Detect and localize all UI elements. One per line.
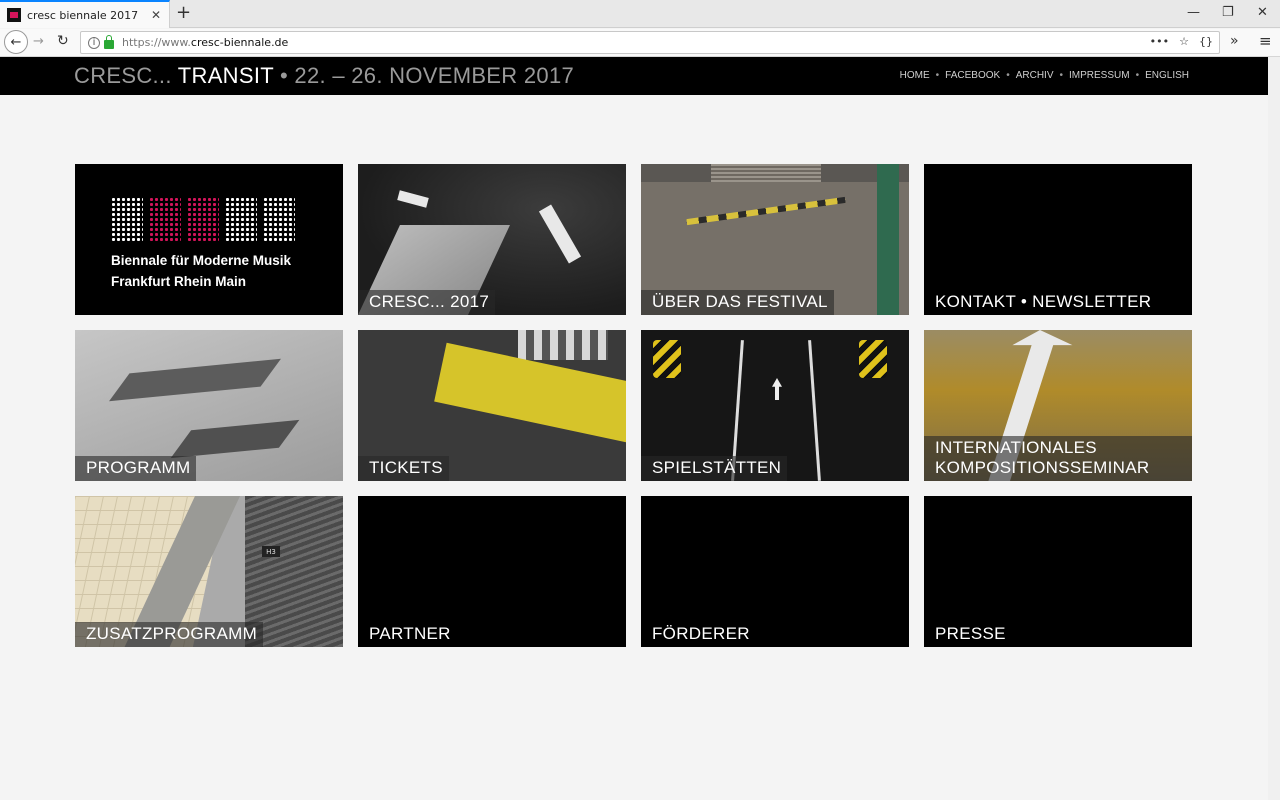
tile-zusatzprogramm[interactable]: H3 ZUSATZPROGRAMM bbox=[75, 496, 343, 647]
logo-letter bbox=[149, 197, 181, 242]
arrow-up-icon bbox=[772, 378, 782, 400]
bollard-shape bbox=[653, 340, 681, 378]
bench-shape bbox=[170, 419, 300, 459]
url-domain: cresc-biennale.de bbox=[190, 36, 289, 49]
browser-nav-bar: ← → ↻ i https://www.cresc-biennale.de ••… bbox=[0, 29, 1280, 57]
tile-partner[interactable]: PARTNER bbox=[358, 496, 626, 647]
tile-label: ZUSATZPROGRAMM bbox=[75, 622, 264, 647]
site-header: CRESC... TRANSIT • 22. – 26. NOVEMBER 20… bbox=[0, 57, 1280, 95]
tile-label: PROGRAMM bbox=[75, 456, 197, 481]
tile-label: PRESSE bbox=[935, 624, 1006, 643]
tile-presse[interactable]: PRESSE bbox=[924, 496, 1192, 647]
nav-separator: • bbox=[935, 70, 940, 81]
tab-close-icon[interactable]: ✕ bbox=[151, 8, 161, 22]
tile-spielstaetten[interactable]: SPIELSTÄTTEN bbox=[641, 330, 909, 481]
lane-line bbox=[808, 340, 821, 481]
tile-label: SPIELSTÄTTEN bbox=[641, 456, 788, 481]
window-close-icon[interactable]: ✕ bbox=[1257, 5, 1268, 20]
zebra-crossing-shape bbox=[518, 330, 608, 360]
tile-cresc-2017[interactable]: CRESC... 2017 bbox=[358, 164, 626, 315]
road-arrow-shape bbox=[397, 190, 429, 208]
bollard-shape bbox=[859, 340, 887, 378]
logo-letter bbox=[187, 197, 219, 242]
nav-impressum[interactable]: IMPRESSUM bbox=[1069, 70, 1130, 81]
logo-subtitle-line1: Biennale für Moderne Musik bbox=[111, 253, 292, 268]
forward-button[interactable]: → bbox=[33, 34, 44, 49]
tile-label: PARTNER bbox=[369, 624, 451, 643]
tile-kontakt-newsletter[interactable]: KONTAKT • NEWSLETTER bbox=[924, 164, 1192, 315]
site-favicon-icon bbox=[7, 8, 21, 22]
reload-button[interactable]: ↻ bbox=[57, 33, 69, 49]
hamburger-menu-icon[interactable]: ≡ bbox=[1259, 32, 1272, 50]
tile-grid: Biennale für Moderne Musik Frankfurt Rhe… bbox=[75, 164, 1193, 647]
address-bar[interactable]: i https://www.cresc-biennale.de ••• ☆ {} bbox=[80, 31, 1220, 54]
tab-title: cresc biennale 2017 bbox=[27, 8, 139, 22]
logo-letter bbox=[111, 197, 143, 242]
tile-label: TICKETS bbox=[358, 456, 449, 481]
shutter-shape bbox=[711, 164, 821, 182]
tile-label: FÖRDERER bbox=[652, 624, 750, 643]
pillar-shape bbox=[877, 164, 899, 315]
tile-label: INTERNATIONALES KOMPOSITIONSSEMINAR bbox=[924, 436, 1192, 481]
tile-label: KONTAKT • NEWSLETTER bbox=[935, 292, 1152, 311]
warning-stripe bbox=[686, 196, 846, 226]
overflow-icon[interactable]: » bbox=[1230, 33, 1239, 49]
logo-tile[interactable]: Biennale für Moderne Musik Frankfurt Rhe… bbox=[75, 164, 343, 315]
browser-tab-active[interactable]: cresc biennale 2017 ✕ bbox=[0, 0, 170, 28]
page-scrollbar[interactable] bbox=[1268, 57, 1280, 800]
title-dates: • 22. – 26. NOVEMBER 2017 bbox=[273, 63, 575, 88]
browser-tab-bar: cresc biennale 2017 ✕ + — ❐ ✕ bbox=[0, 0, 1280, 28]
cresc-logo bbox=[111, 197, 295, 242]
nav-home[interactable]: HOME bbox=[900, 70, 930, 81]
url-text[interactable]: https://www.cresc-biennale.de bbox=[122, 36, 288, 49]
title-highlight: TRANSIT bbox=[177, 63, 274, 88]
logo-letter bbox=[263, 197, 295, 242]
nav-facebook[interactable]: FACEBOOK bbox=[945, 70, 1000, 81]
nav-separator: • bbox=[1006, 70, 1010, 81]
tile-programm[interactable]: PROGRAMM bbox=[75, 330, 343, 481]
track-sign: H3 bbox=[262, 546, 280, 557]
tile-label: ÜBER DAS FESTIVAL bbox=[641, 290, 834, 315]
tile-ueber-das-festival[interactable]: ÜBER DAS FESTIVAL bbox=[641, 164, 909, 315]
back-button[interactable]: ← bbox=[4, 30, 28, 54]
road-arrow-shape bbox=[538, 204, 582, 264]
tile-kompositionsseminar[interactable]: INTERNATIONALES KOMPOSITIONSSEMINAR bbox=[924, 330, 1192, 481]
bench-shape bbox=[109, 358, 281, 402]
page-actions-icon[interactable]: ••• bbox=[1150, 35, 1169, 48]
arrow-left-icon: ← bbox=[10, 34, 22, 50]
url-actions: ••• ☆ {} bbox=[1150, 35, 1213, 48]
nav-english[interactable]: ENGLISH bbox=[1145, 70, 1189, 81]
restore-icon[interactable]: ❐ bbox=[1222, 5, 1234, 20]
logo-subtitle-line2: Frankfurt Rhein Main bbox=[111, 274, 247, 289]
site-nav: HOME • FACEBOOK • ARCHIV • IMPRESSUM • E… bbox=[900, 70, 1189, 81]
site-title[interactable]: CRESC... TRANSIT • 22. – 26. NOVEMBER 20… bbox=[74, 63, 574, 89]
logo-letter bbox=[225, 197, 257, 242]
title-prefix: CRESC... bbox=[74, 63, 178, 88]
tile-label: CRESC... 2017 bbox=[358, 290, 496, 315]
json-view-icon[interactable]: {} bbox=[1199, 35, 1213, 48]
info-icon[interactable]: i bbox=[88, 36, 100, 49]
tile-foerderer[interactable]: FÖRDERER bbox=[641, 496, 909, 647]
url-prefix: https://www. bbox=[122, 36, 191, 49]
new-tab-button[interactable]: + bbox=[176, 2, 191, 24]
lock-icon bbox=[104, 35, 114, 49]
nav-separator: • bbox=[1059, 70, 1064, 81]
nav-archiv[interactable]: ARCHIV bbox=[1016, 70, 1054, 81]
tile-tickets[interactable]: TICKETS bbox=[358, 330, 626, 481]
minimize-icon[interactable]: — bbox=[1187, 5, 1200, 20]
bookmark-star-icon[interactable]: ☆ bbox=[1179, 35, 1189, 48]
nav-separator: • bbox=[1135, 70, 1140, 81]
